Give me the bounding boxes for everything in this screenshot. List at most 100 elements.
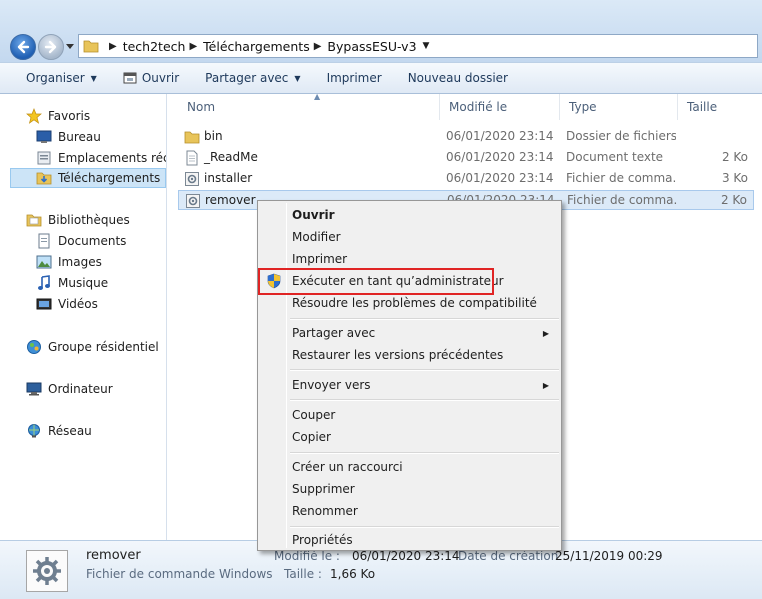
chevron-down-icon: ▼ — [294, 73, 301, 83]
nav-item-desktop[interactable]: Bureau — [36, 127, 166, 147]
address-bar-area: ▶ tech2tech ▶ Téléchargements ▶ BypassES… — [0, 0, 762, 62]
nav-item-music[interactable]: Musique — [36, 273, 166, 293]
new-folder-label: Nouveau dossier — [407, 71, 508, 85]
breadcrumb-item[interactable]: BypassESU-v3 — [327, 39, 416, 54]
video-icon — [36, 296, 52, 312]
nav-item-libraries[interactable]: Bibliothèques — [26, 210, 166, 230]
nav-item-images[interactable]: Images — [36, 252, 166, 272]
recent-pages-dropdown-icon[interactable] — [66, 44, 74, 50]
submenu-arrow-icon: ▶ — [542, 328, 549, 338]
column-header-modified[interactable]: Modifié le — [440, 94, 560, 120]
open-button[interactable]: Ouvrir — [117, 66, 185, 90]
nav-label: Bureau — [58, 130, 101, 144]
chevron-right-icon[interactable]: ▶ — [109, 41, 117, 52]
file-size: 2 Ko — [720, 193, 747, 207]
submenu-arrow-icon: ▶ — [542, 380, 549, 390]
details-modified-value: 06/01/2020 23:14 — [352, 549, 460, 563]
share-with-button[interactable]: Partager avec ▼ — [199, 66, 306, 90]
menu-item-print[interactable]: Imprimer — [260, 248, 559, 270]
menu-item-share-with[interactable]: Partager avec ▶ — [260, 322, 559, 344]
computer-icon — [26, 381, 42, 397]
details-size-label: Taille : — [284, 567, 322, 581]
nav-label: Musique — [58, 276, 109, 290]
annotation-highlight-box — [258, 268, 494, 295]
menu-label: Restaurer les versions précédentes — [292, 348, 504, 362]
file-type: Dossier de fichiers — [566, 129, 676, 143]
menu-item-properties[interactable]: Propriétés — [260, 529, 559, 551]
details-created-value: 25/11/2019 00:29 — [555, 549, 663, 563]
column-label: Taille — [687, 100, 718, 114]
file-name: installer — [204, 171, 253, 185]
print-label: Imprimer — [326, 71, 382, 85]
nav-item-network[interactable]: Réseau — [26, 421, 166, 441]
menu-item-rename[interactable]: Renommer — [260, 500, 559, 522]
nav-item-videos[interactable]: Vidéos — [36, 294, 166, 314]
arrow-right-icon — [44, 40, 57, 54]
menu-item-delete[interactable]: Supprimer — [260, 478, 559, 500]
menu-label: Couper — [292, 408, 336, 422]
nav-item-recent-places[interactable]: Emplacements récents — [36, 148, 166, 168]
menu-separator — [290, 526, 559, 528]
file-type: Fichier de comma... — [567, 193, 677, 207]
menu-item-create-shortcut[interactable]: Créer un raccourci — [260, 456, 559, 478]
nav-label: Ordinateur — [48, 382, 113, 396]
file-size: 3 Ko — [721, 171, 748, 185]
menu-label: Copier — [292, 430, 331, 444]
chevron-down-icon: ▼ — [90, 73, 97, 83]
menu-item-open[interactable]: Ouvrir — [260, 204, 559, 226]
breadcrumb-item[interactable]: tech2tech — [123, 39, 186, 54]
column-header-size[interactable]: Taille — [678, 94, 762, 120]
menu-item-send-to[interactable]: Envoyer vers ▶ — [260, 374, 559, 396]
nav-item-documents[interactable]: Documents — [36, 231, 166, 251]
nav-label: Groupe résidentiel — [48, 340, 159, 354]
file-size: 2 Ko — [721, 150, 748, 164]
file-name: _ReadMe — [204, 150, 258, 164]
text-file-icon — [186, 150, 198, 166]
organize-button[interactable]: Organiser ▼ — [20, 66, 103, 90]
breadcrumb[interactable]: ▶ tech2tech ▶ Téléchargements ▶ BypassES… — [78, 34, 758, 58]
details-file-name: remover — [86, 548, 141, 563]
nav-label: Images — [58, 255, 102, 269]
menu-item-edit[interactable]: Modifier — [260, 226, 559, 248]
chevron-right-icon[interactable]: ▶ — [189, 41, 197, 52]
forward-button[interactable] — [38, 34, 64, 60]
nav-item-homegroup[interactable]: Groupe résidentiel — [26, 337, 166, 357]
file-row-readme[interactable]: _ReadMe 06/01/2020 23:14 Document texte … — [178, 148, 754, 168]
back-button[interactable] — [10, 34, 36, 60]
sort-ascending-icon: ▲ — [314, 92, 321, 101]
file-row-bin[interactable]: bin 06/01/2020 23:14 Dossier de fichiers — [178, 127, 754, 147]
file-date: 06/01/2020 23:14 — [446, 171, 554, 185]
menu-label: Partager avec — [292, 326, 376, 340]
star-icon — [26, 108, 42, 124]
column-header-name[interactable]: ▲ Nom — [178, 92, 440, 120]
menu-label: Imprimer — [292, 252, 348, 266]
file-row-installer[interactable]: installer 06/01/2020 23:14 Fichier de co… — [178, 169, 754, 189]
new-folder-button[interactable]: Nouveau dossier — [402, 66, 514, 90]
homegroup-icon — [26, 339, 42, 355]
menu-item-restore-previous-versions[interactable]: Restaurer les versions précédentes — [260, 344, 559, 366]
menu-item-copy[interactable]: Copier — [260, 426, 559, 448]
column-label: Nom — [187, 100, 216, 114]
batch-file-icon — [186, 194, 200, 208]
column-label: Modifié le — [449, 100, 508, 114]
menu-label: Supprimer — [292, 482, 355, 496]
nav-item-downloads[interactable]: Téléchargements — [10, 168, 166, 188]
chevron-down-icon[interactable]: ▼ — [423, 41, 430, 51]
nav-label: Téléchargements — [58, 171, 161, 185]
nav-item-computer[interactable]: Ordinateur — [26, 379, 166, 399]
network-icon — [26, 423, 42, 439]
menu-item-cut[interactable]: Couper — [260, 404, 559, 426]
menu-separator — [290, 318, 559, 320]
batch-file-icon — [185, 172, 199, 186]
breadcrumb-item[interactable]: Téléchargements — [203, 39, 310, 54]
menu-item-troubleshoot-compatibility[interactable]: Résoudre les problèmes de compatibilité — [260, 292, 559, 314]
nav-item-favorites[interactable]: Favoris — [26, 106, 166, 126]
arrow-left-icon — [17, 40, 30, 54]
column-header-type[interactable]: Type — [560, 94, 678, 120]
desktop-icon — [36, 129, 52, 145]
share-label: Partager avec — [205, 71, 289, 85]
organize-label: Organiser — [26, 71, 85, 85]
print-button[interactable]: Imprimer — [321, 66, 388, 90]
menu-separator — [290, 452, 559, 454]
chevron-right-icon[interactable]: ▶ — [314, 41, 322, 52]
